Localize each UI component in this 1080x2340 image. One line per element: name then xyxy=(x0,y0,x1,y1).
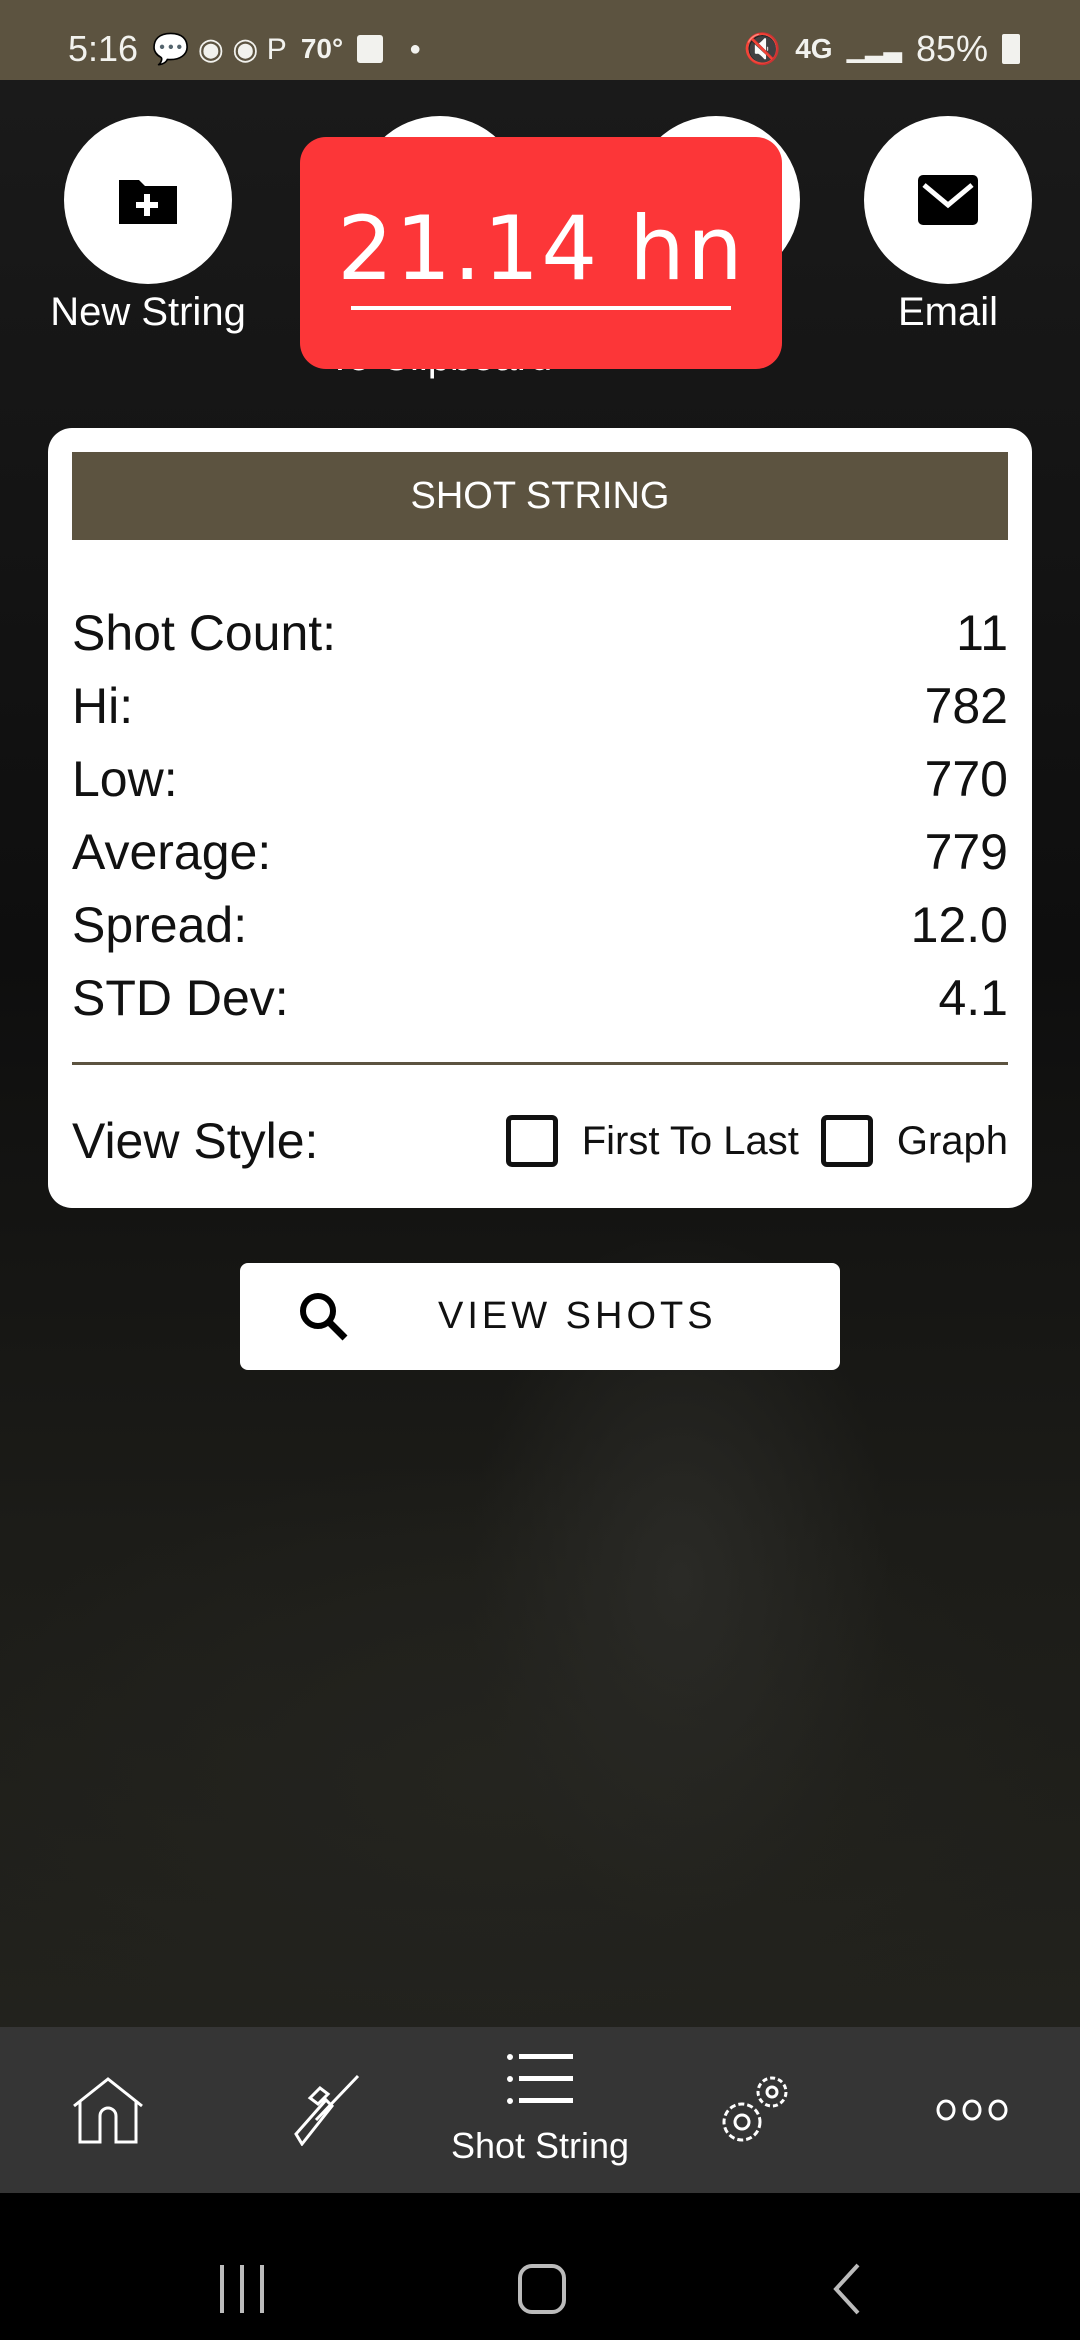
stat-label: Average: xyxy=(72,823,272,880)
nav-shot-string[interactable]: Shot String xyxy=(432,2027,648,2193)
graph-checkbox[interactable]: Graph xyxy=(820,1115,1008,1167)
email-button[interactable] xyxy=(864,116,1032,284)
stat-row: STD Dev: 4.1 xyxy=(72,961,1008,1034)
view-style-row: View Style: First To Last Graph xyxy=(72,1106,1008,1176)
stat-row: Hi: 782 xyxy=(72,669,1008,742)
battery-level: 85% xyxy=(915,28,988,69)
home-icon xyxy=(73,2077,143,2144)
stat-value: 782 xyxy=(924,677,1008,734)
view-shots-button[interactable]: VIEW SHOTS xyxy=(240,1263,840,1370)
stat-label: Spread: xyxy=(72,896,248,953)
bottom-nav: Shot String xyxy=(0,2027,1080,2193)
dot-icon: ● xyxy=(409,37,422,60)
gears-icon xyxy=(722,2076,788,2142)
new-string-button[interactable] xyxy=(64,116,232,284)
mute-icon: 🔇 xyxy=(743,32,782,66)
overlay-text: 21.14 hn xyxy=(337,196,745,300)
rifle-icon xyxy=(294,2074,360,2146)
stat-row: Shot Count: 11 xyxy=(72,596,1008,669)
network-type: 4G xyxy=(795,33,833,64)
checkbox-label: Graph xyxy=(896,1118,1008,1163)
checkbox-label: First To Last xyxy=(581,1118,799,1163)
home-button-icon[interactable] xyxy=(518,2264,566,2314)
stat-value: 4.1 xyxy=(938,969,1008,1026)
view-shots-label: VIEW SHOTS xyxy=(438,1295,717,1337)
overlay-underline xyxy=(351,305,731,310)
nav-shot-string-label: Shot String xyxy=(450,2125,630,2166)
first-to-last-checkbox[interactable]: First To Last xyxy=(505,1115,821,1167)
stat-value: 11 xyxy=(956,604,1008,661)
temperature: 70° xyxy=(300,33,344,64)
view-style-label: View Style: xyxy=(72,1113,319,1169)
battery-icon xyxy=(1002,34,1020,64)
stat-value: 12.0 xyxy=(910,896,1008,953)
recents-icon[interactable] xyxy=(220,2265,264,2313)
card-title: SHOT STRING xyxy=(72,452,1008,540)
stat-value: 779 xyxy=(924,823,1008,880)
nav-more[interactable] xyxy=(864,2027,1080,2193)
stat-row: Spread: 12.0 xyxy=(72,888,1008,961)
checkbox-box[interactable] xyxy=(505,1115,558,1167)
stat-label: Shot Count: xyxy=(72,604,337,661)
notification-icons: 💬 ◉ ◉ P xyxy=(152,32,287,66)
signal-icon: ▁▂▃ xyxy=(846,35,902,63)
divider xyxy=(72,1062,1008,1065)
list-icon xyxy=(507,2054,573,2104)
email-label: Email xyxy=(897,290,999,334)
system-nav-bar xyxy=(0,2193,1080,2340)
email-icon xyxy=(918,175,978,225)
stat-value: 770 xyxy=(924,750,1008,807)
stat-label: Low: xyxy=(72,750,178,807)
nav-rifle[interactable] xyxy=(216,2027,432,2193)
stat-row: Average: 779 xyxy=(72,815,1008,888)
clock: 5:16 xyxy=(68,28,139,69)
folder-plus-icon xyxy=(119,180,177,224)
nav-settings[interactable] xyxy=(648,2027,864,2193)
new-string-label: New String xyxy=(50,290,246,334)
status-bar: 5:16 💬 ◉ ◉ P 70° ● 🔇 4G ▁▂▃ 85% xyxy=(0,0,1080,80)
stat-label: STD Dev: xyxy=(72,969,289,1026)
nav-home[interactable] xyxy=(0,2027,216,2193)
checkbox-box[interactable] xyxy=(820,1115,873,1167)
app-icon xyxy=(357,35,384,63)
search-icon xyxy=(300,1292,348,1340)
stat-label: Hi: xyxy=(72,677,134,734)
more-icon xyxy=(936,2099,1008,2121)
back-icon[interactable] xyxy=(832,2263,862,2315)
stat-row: Low: 770 xyxy=(72,742,1008,815)
handwritten-overlay: 21.14 hn xyxy=(300,137,782,369)
shot-string-card: SHOT STRING Shot Count: 11 Hi: 782 Low: 770… xyxy=(48,428,1032,1208)
